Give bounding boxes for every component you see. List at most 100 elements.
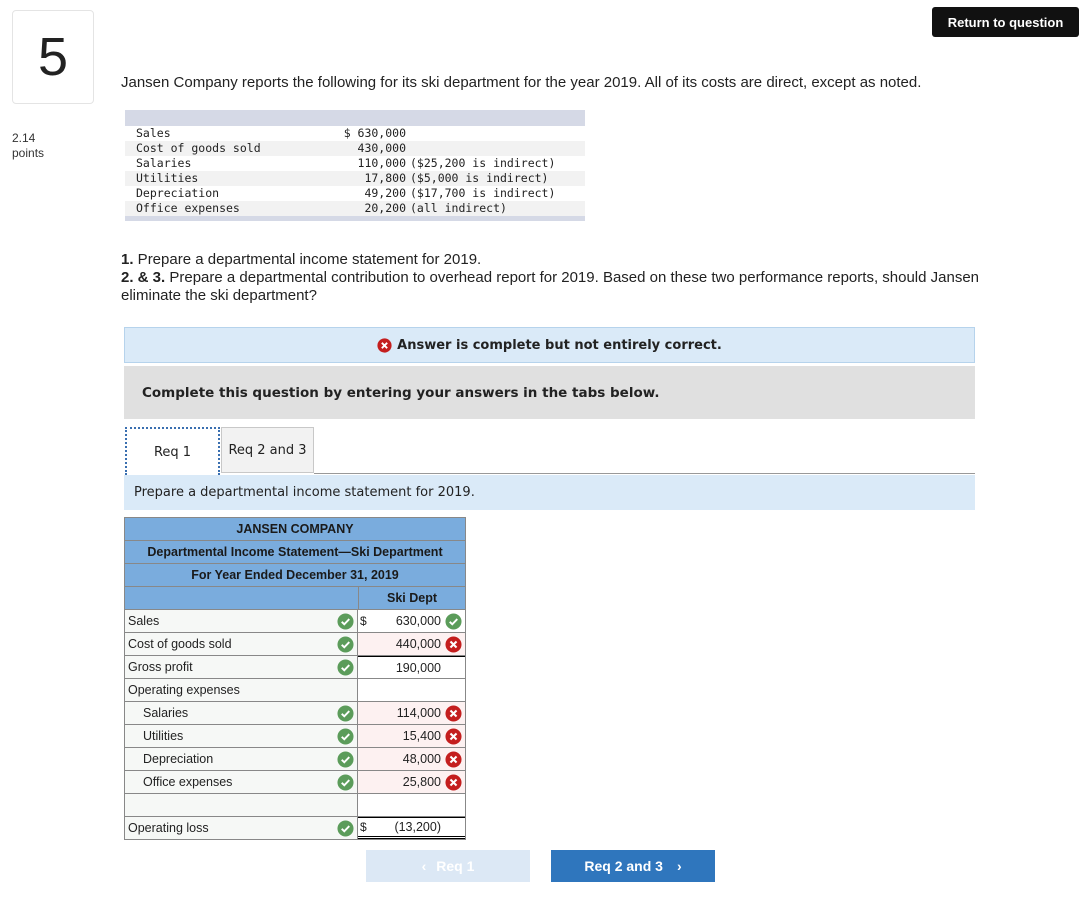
instructions: Complete this question by entering your … [124, 366, 975, 419]
statement-row: Office expenses 25,800 [125, 771, 465, 794]
given-row: Office expenses 20,200 (all indirect) [125, 201, 585, 216]
question-item: 1. Prepare a departmental income stateme… [121, 251, 1041, 269]
given-note: ($25,200 is indirect) [410, 156, 556, 170]
correct-check-icon [337, 727, 354, 745]
row-value: 440,000 [395, 637, 441, 651]
statement-row: Operating expenses [125, 679, 465, 702]
correct-check-icon [337, 819, 354, 837]
row-value-cell[interactable]: 114,000 [358, 702, 465, 724]
statement-row: Salaries 114,000 [125, 702, 465, 725]
given-label: Cost of goods sold [136, 141, 261, 155]
given-row: Cost of goods sold 430,000 [125, 141, 585, 156]
row-label-cell[interactable]: Gross profit [125, 656, 358, 678]
row-label-cell[interactable]: Utilities [125, 725, 358, 747]
question-number-label: 2. & 3. [121, 269, 166, 286]
row-value: 630,000 [395, 614, 441, 628]
row-label: Operating expenses [128, 683, 240, 697]
row-value-cell[interactable]: 48,000 [358, 748, 465, 770]
given-label: Sales [136, 126, 171, 140]
statement-row: Depreciation 48,000 [125, 748, 465, 771]
row-value: 25,800 [402, 775, 441, 789]
given-label: Office expenses [136, 201, 240, 215]
row-value-cell[interactable]: 190,000 [358, 656, 465, 678]
row-value: 15,400 [402, 729, 441, 743]
given-value: 17,800 [364, 171, 406, 185]
prev-req-button[interactable]: ‹ Req 1 [366, 850, 530, 882]
row-value-cell[interactable]: $ (13,200) [358, 817, 465, 839]
row-label: Utilities [143, 729, 184, 743]
correct-check-icon [337, 635, 354, 653]
incorrect-x-icon [445, 704, 462, 722]
row-label: Cost of goods sold [128, 637, 232, 651]
chevron-left-icon: ‹ [421, 858, 427, 874]
return-to-question-button[interactable]: Return to question [932, 7, 1079, 37]
points-label: points [12, 146, 45, 160]
correct-check-icon [445, 612, 462, 630]
correct-check-icon [337, 658, 354, 676]
statement-row: Cost of goods sold 440,000 [125, 633, 465, 656]
given-note: ($17,700 is indirect) [410, 186, 556, 200]
points: 2.14 points [12, 131, 44, 161]
dollar-sign: $ [360, 614, 367, 628]
given-label: Salaries [136, 156, 192, 170]
row-label-cell[interactable]: Salaries [125, 702, 358, 724]
row-label: Salaries [143, 706, 189, 720]
prev-label: Req 1 [436, 858, 475, 874]
incorrect-x-icon [445, 635, 462, 653]
incorrect-x-icon [377, 337, 392, 353]
given-value: 430,000 [357, 141, 406, 155]
questions: 1. Prepare a departmental income stateme… [121, 251, 1041, 305]
row-value-cell[interactable]: 25,800 [358, 771, 465, 793]
statement-row: Operating loss $ (13,200) [125, 817, 465, 839]
row-label-cell[interactable]: Operating loss [125, 817, 358, 839]
question-number-label: 1. [121, 251, 134, 268]
given-value: 49,200 [364, 186, 406, 200]
row-label-cell[interactable] [125, 794, 358, 816]
statement-row: Sales $630,000 [125, 610, 465, 633]
row-value-cell[interactable] [358, 679, 465, 701]
row-value: 190,000 [395, 660, 441, 675]
given-row: Utilities 17,800 ($5,000 is indirect) [125, 171, 585, 186]
given-row: Depreciation 49,200 ($17,700 is indirect) [125, 186, 585, 201]
next-req-button[interactable]: Req 2 and 3 › [551, 850, 715, 882]
statement-row: Gross profit 190,000 [125, 656, 465, 679]
company-name: JANSEN COMPANY [125, 518, 465, 541]
income-statement-table: JANSEN COMPANY Departmental Income State… [124, 517, 466, 840]
incorrect-x-icon [445, 773, 462, 791]
statement-row: Utilities 15,400 [125, 725, 465, 748]
row-label: Office expenses [143, 775, 233, 789]
row-label-cell[interactable]: Operating expenses [125, 679, 358, 701]
row-value-cell[interactable]: $630,000 [358, 610, 465, 632]
points-value: 2.14 [12, 131, 36, 145]
tab-divider [314, 473, 975, 474]
tab-req-1[interactable]: Req 1 [125, 427, 220, 475]
given-label: Depreciation [136, 186, 220, 200]
row-value: (13,200) [394, 820, 441, 834]
given-note: ($5,000 is indirect) [410, 171, 549, 185]
question-number: 5 [12, 10, 94, 104]
row-label-cell[interactable]: Office expenses [125, 771, 358, 793]
row-label-cell[interactable]: Cost of goods sold [125, 633, 358, 655]
correct-check-icon [337, 773, 354, 791]
column-header: Ski Dept [386, 591, 437, 605]
incorrect-x-icon [445, 727, 462, 745]
answer-status-banner: Answer is complete but not entirely corr… [124, 327, 975, 363]
question-text: Prepare a departmental income statement … [133, 251, 482, 268]
row-label: Depreciation [143, 752, 214, 766]
incorrect-icon [377, 337, 392, 353]
banner-text: Answer is complete but not entirely corr… [397, 337, 722, 353]
given-data-table: Sales $ 630,000 Cost of goods sold 430,000 S… [125, 110, 585, 221]
tab-req-2-and-3[interactable]: Req 2 and 3 [221, 427, 314, 473]
row-label-cell[interactable]: Depreciation [125, 748, 358, 770]
row-value-cell[interactable]: 440,000 [358, 633, 465, 655]
dollar-sign: $ [360, 820, 367, 834]
row-label: Operating loss [128, 821, 209, 835]
row-value: 114,000 [396, 706, 441, 720]
row-value-cell[interactable]: 15,400 [358, 725, 465, 747]
given-note [406, 141, 410, 156]
question-text: Prepare a departmental contribution to o… [121, 269, 980, 304]
question-item: 2. & 3. Prepare a departmental contribut… [121, 269, 1041, 305]
row-label-cell[interactable]: Sales [125, 610, 358, 632]
row-value-cell[interactable] [358, 794, 465, 816]
correct-check-icon [337, 750, 354, 768]
